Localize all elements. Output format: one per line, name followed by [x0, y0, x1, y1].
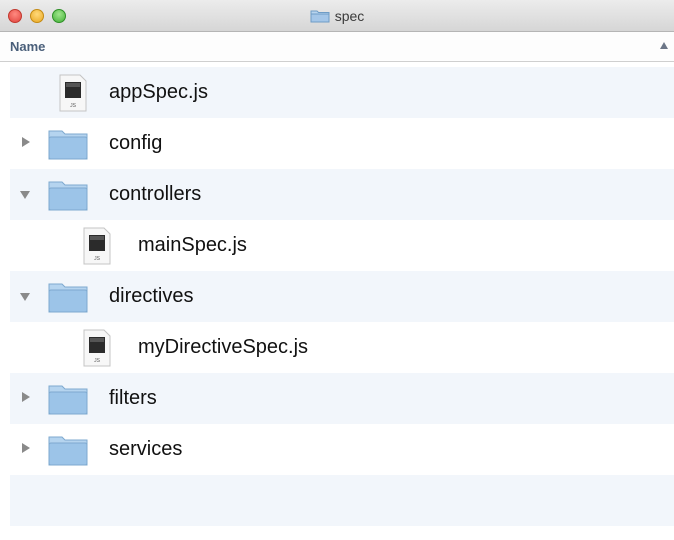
file-name: myDirectiveSpec.js: [138, 336, 309, 358]
list-item[interactable]: JS appSpec.js: [10, 67, 674, 118]
file-list: JS appSpec.js config controllers JS main…: [10, 67, 674, 526]
list-item[interactable]: filters: [10, 373, 674, 424]
disclosure-triangle-icon[interactable]: [20, 293, 30, 301]
folder-name: config: [109, 132, 163, 154]
list-item[interactable]: services: [10, 424, 674, 475]
list-item[interactable]: directives: [10, 271, 674, 322]
folder-icon: [48, 181, 88, 211]
folder-icon: [48, 436, 88, 466]
window-title-group: spec: [0, 0, 674, 32]
file-name: mainSpec.js: [138, 234, 247, 256]
folder-icon: [48, 130, 88, 160]
folder-name: services: [109, 438, 183, 460]
js-file-icon: JS: [83, 329, 111, 367]
js-file-icon: JS: [83, 227, 111, 265]
finder-window: spec Name JS appSpec.js config controlle…: [0, 0, 674, 540]
js-file-icon: JS: [59, 74, 87, 112]
name-column-header[interactable]: Name: [10, 39, 45, 54]
column-header[interactable]: Name: [0, 32, 674, 62]
disclosure-triangle-icon[interactable]: [20, 191, 30, 199]
empty-row: [10, 475, 674, 526]
svg-text:JS: JS: [94, 256, 101, 262]
svg-text:JS: JS: [94, 358, 101, 364]
disclosure-triangle-icon[interactable]: [22, 443, 30, 453]
folder-name: controllers: [109, 183, 202, 205]
folder-name: filters: [109, 387, 157, 409]
window-title: spec: [334, 8, 365, 24]
folder-icon: [48, 385, 88, 415]
list-item[interactable]: JS mainSpec.js: [10, 220, 674, 271]
sort-ascending-icon[interactable]: [660, 42, 668, 49]
folder-name: directives: [109, 285, 194, 307]
svg-text:JS: JS: [70, 103, 77, 109]
disclosure-triangle-icon[interactable]: [22, 137, 30, 147]
list-item[interactable]: JS myDirectiveSpec.js: [10, 322, 674, 373]
folder-icon: [310, 10, 330, 23]
folder-icon: [48, 283, 88, 313]
file-name: appSpec.js: [109, 81, 208, 103]
list-item[interactable]: controllers: [10, 169, 674, 220]
list-item[interactable]: config: [10, 118, 674, 169]
title-bar[interactable]: spec: [0, 0, 674, 32]
disclosure-triangle-icon[interactable]: [22, 392, 30, 402]
